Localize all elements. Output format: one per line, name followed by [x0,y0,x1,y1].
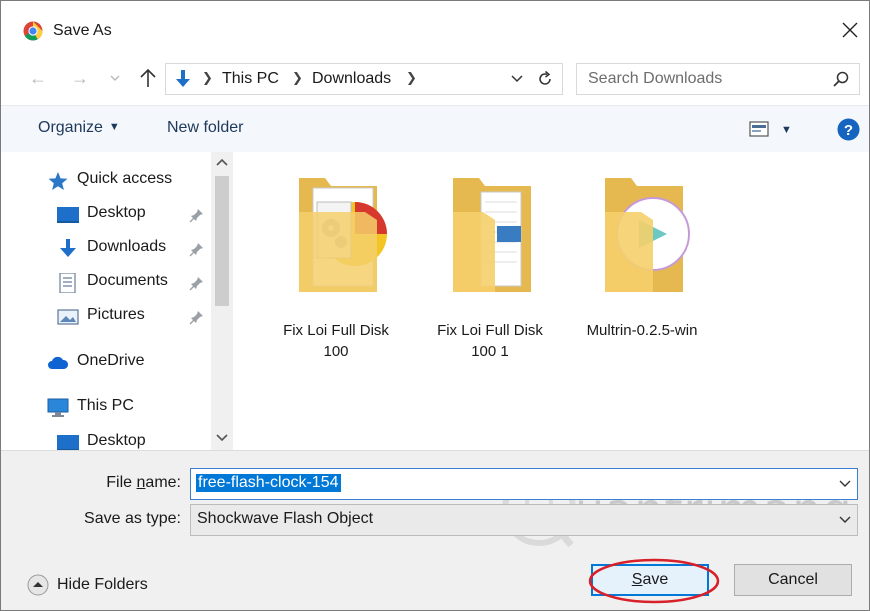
downloads-folder-icon [176,70,190,87]
save-options-panel: uantrimang File name: free-flash-clock-1… [1,450,869,610]
title-bar: Save As [1,1,869,53]
file-name-dropdown-chevron-icon[interactable] [839,478,851,490]
address-dropdown-chevron-icon[interactable] [510,72,524,86]
scroll-down-chevron-icon[interactable] [214,430,230,444]
file-name-value[interactable]: free-flash-clock-154 [196,474,341,492]
download-arrow-icon [60,239,76,257]
forward-arrow-icon[interactable]: → [71,68,89,89]
search-box [576,63,860,95]
nav-item-this-pc[interactable]: This PC [47,395,207,421]
folder-icon [299,178,387,292]
save-as-dialog: Save As ← → ❯ This PC ❯ Downloads ❯ Sear… [0,0,870,611]
document-icon [59,273,76,293]
svg-text:?: ? [844,122,853,139]
folder-name-line: Fix Loi Full Disk [283,322,389,339]
up-arrow-icon[interactable] [139,67,157,89]
search-icon[interactable] [832,70,850,88]
save-as-type-value: Shockwave Flash Object [197,510,374,527]
organize-button[interactable]: Organize ▼ [38,119,120,137]
close-icon[interactable] [839,19,861,41]
file-list: Fix Loi Full Disk 100 Fix Loi Full Disk … [233,152,869,450]
folder-item[interactable]: Fix Loi Full Disk 100 1 [425,172,555,360]
nav-item-desktop-pinned[interactable]: Desktop [57,202,207,228]
nav-item-documents-pinned[interactable]: Documents [57,270,207,296]
breadcrumb-separator-icon: ❯ [202,70,213,85]
save-label-rest: ave [642,571,669,588]
nav-item-pictures-pinned[interactable]: Pictures [57,304,207,330]
folder-name-line: Fix Loi Full Disk [437,322,543,339]
view-options-icon[interactable] [749,121,769,137]
folder-item[interactable]: Multrin-0.2.5-win [577,172,707,352]
nav-item-label: Quick access [77,170,173,187]
breadcrumb-separator-icon: ❯ [406,70,417,85]
back-arrow-icon[interactable]: ← [29,68,47,89]
recent-locations-chevron-icon[interactable] [109,73,121,83]
search-input[interactable] [577,64,828,94]
nav-item-label: This PC [77,397,134,414]
save-button[interactable]: Save [591,564,709,596]
refresh-icon[interactable] [536,70,554,88]
nav-item-label: Pictures [87,306,145,323]
breadcrumb-separator-icon: ❯ [292,70,303,85]
nav-item-label: Desktop [87,432,146,449]
label-part: ame: [145,474,181,491]
breadcrumb-downloads[interactable]: Downloads [312,70,391,88]
folder-name: Fix Loi Full Disk 100 1 [425,320,555,362]
chrome-icon [23,21,43,41]
navigation-pane: Quick access Desktop Downloads Documents [1,152,233,451]
address-bar[interactable]: ❯ This PC ❯ Downloads ❯ [165,63,563,95]
nav-item-quick-access[interactable]: Quick access [47,168,207,194]
file-name-label: File name: [71,474,181,492]
breadcrumb-this-pc[interactable]: This PC [222,70,279,88]
folder-item[interactable]: Fix Loi Full Disk 100 [271,172,401,360]
folder-name-line: 100 1 [471,343,509,360]
help-icon[interactable]: ? [837,118,860,141]
label-part: File [106,474,137,491]
folder-name-line: Multrin-0.2.5-win [586,322,698,339]
scrollbar-thumb[interactable] [215,176,229,306]
view-dropdown-caret-icon[interactable]: ▼ [781,124,792,136]
cloud-icon [48,356,69,369]
window-title: Save As [53,22,112,39]
command-bar: Organize ▼ New folder ▼ ? [1,105,869,153]
nav-scrollbar[interactable] [211,152,233,450]
computer-icon [47,398,69,417]
collapse-up-chevron-icon [27,574,49,596]
save-accesskey: S [631,571,643,588]
pin-icon[interactable] [189,275,205,291]
new-folder-button[interactable]: New folder [167,119,243,137]
organize-label: Organize [38,119,103,136]
address-row: ← → ❯ This PC ❯ Downloads ❯ [1,61,869,99]
nav-item-downloads-pinned[interactable]: Downloads [57,236,207,262]
folder-name: Multrin-0.2.5-win [577,320,707,341]
save-as-type-select[interactable]: Shockwave Flash Object [190,504,858,536]
save-as-type-label: Save as type: [84,510,181,527]
pin-icon[interactable] [189,207,205,223]
folder-icon [605,178,690,292]
organize-caret-icon: ▼ [108,121,120,133]
pin-icon[interactable] [189,309,205,325]
star-icon [48,172,68,190]
nav-item-label: Documents [87,272,168,289]
folder-name-line: 100 [323,343,349,360]
folder-name: Fix Loi Full Disk 100 [271,320,401,362]
cancel-button[interactable]: Cancel [734,564,852,596]
nav-item-label: Downloads [87,238,167,255]
hide-folders-label: Hide Folders [57,576,148,593]
pin-icon[interactable] [189,241,205,257]
desktop-icon [57,207,79,223]
pictures-icon [57,309,79,325]
folder-icon [453,178,531,292]
scroll-up-chevron-icon[interactable] [214,156,230,170]
nav-item-onedrive[interactable]: OneDrive [47,350,207,376]
nav-item-label: Desktop [87,204,146,221]
save-as-type-dropdown-chevron-icon[interactable] [839,514,851,526]
nav-item-label: OneDrive [77,352,145,369]
file-name-input[interactable]: free-flash-clock-154 [190,468,858,500]
